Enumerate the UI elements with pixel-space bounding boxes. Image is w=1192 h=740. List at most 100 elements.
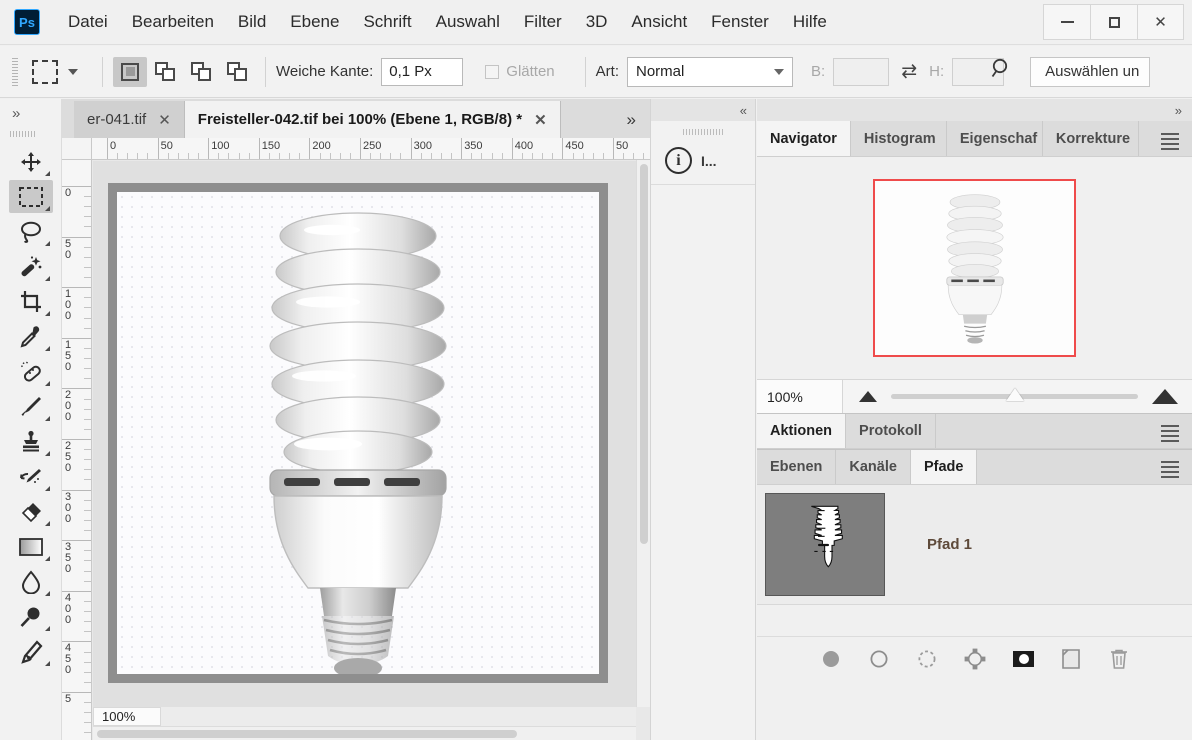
toolbar-collapse-button[interactable]: » [0, 99, 61, 127]
search-icon[interactable] [990, 57, 1014, 86]
document-canvas[interactable] [117, 192, 599, 674]
rectangular-marquee-tool[interactable] [9, 180, 53, 213]
crop-tool[interactable] [9, 285, 53, 318]
tools-panel: » [0, 99, 62, 740]
add-to-selection-button[interactable] [149, 57, 183, 87]
small-mountain-icon[interactable] [859, 391, 877, 402]
document-tab-1[interactable]: Freisteller-042.tif bei 100% (Ebene 1, R… [185, 101, 561, 138]
navigator-zoom-value[interactable]: 100% [757, 380, 843, 414]
menu-filter[interactable]: Filter [512, 8, 574, 36]
swap-arrows-icon[interactable]: ⇄ [901, 60, 917, 83]
ruler-subtick [239, 153, 240, 160]
horizontal-ruler[interactable]: 05010015020025030035040045050 [92, 138, 650, 160]
tab-protokoll[interactable]: Protokoll [846, 414, 936, 448]
quick-selection-tool[interactable] [9, 250, 53, 283]
brush-tool[interactable] [9, 390, 53, 423]
panel-menu-icon[interactable] [1148, 450, 1192, 484]
blur-tool[interactable] [9, 565, 53, 598]
paths-list: Pfad 1 [757, 485, 1192, 680]
panel-menu-icon[interactable] [1148, 414, 1192, 448]
menu-datei[interactable]: Datei [56, 8, 120, 36]
info-panel-button[interactable]: i I... [651, 141, 755, 185]
tab-eigenschaften[interactable]: Eigenschaf [947, 121, 1043, 156]
move-tool[interactable] [9, 145, 53, 178]
options-bar-grip[interactable] [12, 58, 18, 86]
close-icon[interactable]: ✕ [158, 111, 171, 129]
large-mountain-icon[interactable] [1152, 389, 1178, 404]
navigator-view-box[interactable] [873, 179, 1076, 357]
document-viewport[interactable] [93, 161, 636, 707]
anchor-points-icon[interactable] [964, 648, 986, 670]
trash-icon[interactable] [1108, 648, 1130, 670]
clone-stamp-tool[interactable] [9, 425, 53, 458]
menu-ebene[interactable]: Ebene [278, 8, 351, 36]
lasso-tool[interactable] [9, 215, 53, 248]
feather-input[interactable]: 0,1 Px [381, 58, 463, 86]
status-zoom-level[interactable]: 100% [93, 707, 161, 726]
tab-histogramm[interactable]: Histogram [851, 121, 947, 156]
navigator-zoom-slider[interactable] [891, 394, 1138, 399]
tab-pfade[interactable]: Pfade [911, 450, 978, 484]
antialias-checkbox[interactable] [485, 65, 499, 79]
vertical-scrollbar[interactable] [636, 160, 650, 707]
more-tabs-button[interactable]: » [613, 101, 650, 138]
ruler-subtick [84, 611, 91, 612]
history-brush-tool[interactable] [9, 460, 53, 493]
tab-aktionen[interactable]: Aktionen [757, 414, 846, 448]
chevron-down-icon[interactable] [68, 69, 78, 75]
new-selection-button[interactable] [113, 57, 147, 87]
menu-schrift[interactable]: Schrift [351, 8, 423, 36]
rectangular-marquee-icon[interactable] [32, 60, 58, 84]
vertical-ruler[interactable]: 0501001502002503003504004505 [62, 160, 92, 740]
document-tab-0[interactable]: er-041.tif ✕ [74, 101, 185, 138]
eraser-tool[interactable] [9, 495, 53, 528]
ruler-subtick [198, 153, 199, 160]
intersect-selection-button[interactable] [221, 57, 255, 87]
style-select[interactable]: Normal [627, 57, 793, 87]
menu-hilfe[interactable]: Hilfe [781, 8, 839, 36]
select-and-mask-button[interactable]: Auswählen un [1030, 57, 1150, 87]
outlined-circle-icon[interactable] [868, 648, 890, 670]
menu-auswahl[interactable]: Auswahl [424, 8, 512, 36]
dashed-circle-icon[interactable] [916, 648, 938, 670]
tab-navigator[interactable]: Navigator [757, 121, 851, 156]
antialias-checkbox-group[interactable]: Glätten [485, 63, 562, 80]
minimize-button[interactable] [1043, 4, 1090, 40]
navigator-zoom-handle[interactable] [1006, 388, 1024, 401]
subtract-from-selection-button[interactable] [185, 57, 219, 87]
filled-circle-icon[interactable] [820, 648, 842, 670]
menu-bar: Ps Datei Bearbeiten Bild Ebene Schrift A… [0, 0, 1192, 45]
menu-3d[interactable]: 3D [574, 8, 620, 36]
menu-bearbeiten[interactable]: Bearbeiten [120, 8, 226, 36]
toolbar-grip[interactable] [10, 131, 36, 137]
pen-tool[interactable] [9, 635, 53, 668]
path-row[interactable]: Pfad 1 [757, 485, 1192, 605]
navigator-preview[interactable] [757, 157, 1192, 379]
new-page-icon[interactable] [1060, 648, 1082, 670]
ruler-subtick [84, 682, 91, 683]
gradient-tool[interactable] [9, 530, 53, 563]
horizontal-scrollbar[interactable] [93, 726, 636, 740]
ruler-subtick [84, 277, 91, 278]
menu-fenster[interactable]: Fenster [699, 8, 781, 36]
panel-menu-icon[interactable] [1148, 121, 1192, 156]
mini-panel-collapse-button[interactable]: « [651, 99, 755, 121]
width-input[interactable] [833, 58, 889, 86]
dodge-tool[interactable] [9, 600, 53, 633]
eyedropper-tool[interactable] [9, 320, 53, 353]
tab-kanaele[interactable]: Kanäle [836, 450, 911, 484]
close-button[interactable]: ✕ [1137, 4, 1184, 40]
ruler-subtick [84, 429, 91, 430]
tab-korrekturen[interactable]: Korrekture [1043, 121, 1139, 156]
menu-bild[interactable]: Bild [226, 8, 278, 36]
spot-healing-brush-tool[interactable] [9, 355, 53, 388]
mini-panel-grip[interactable] [683, 129, 723, 135]
close-icon[interactable]: ✕ [534, 111, 547, 129]
ruler-subtick [178, 153, 179, 160]
tab-ebenen[interactable]: Ebenen [757, 450, 836, 484]
maximize-button[interactable] [1090, 4, 1137, 40]
right-dock-expand-button[interactable]: » [757, 99, 1192, 121]
menu-ansicht[interactable]: Ansicht [619, 8, 699, 36]
document-tab-1-label: Freisteller-042.tif bei 100% (Ebene 1, R… [198, 111, 522, 128]
mask-icon[interactable] [1012, 648, 1034, 670]
